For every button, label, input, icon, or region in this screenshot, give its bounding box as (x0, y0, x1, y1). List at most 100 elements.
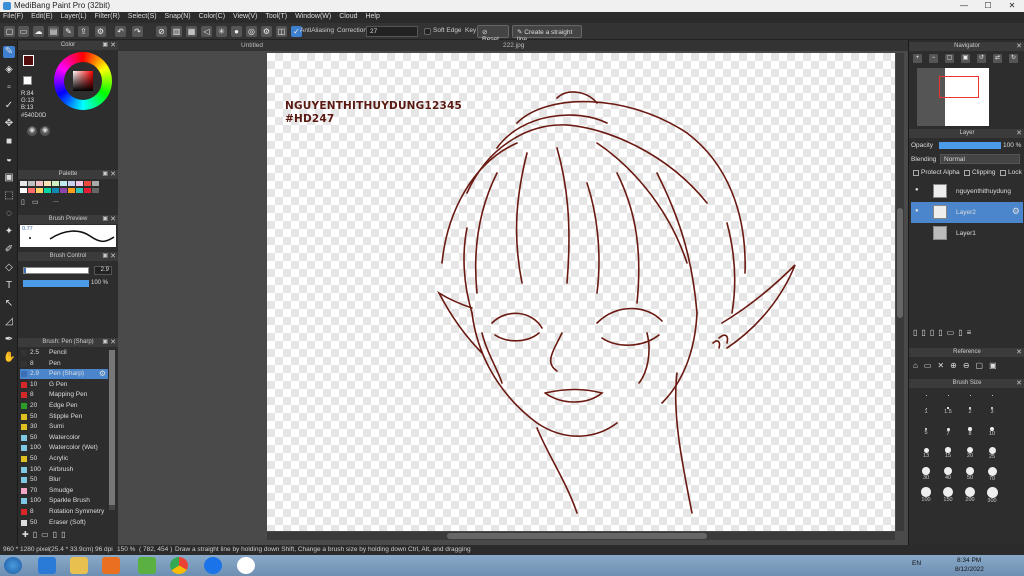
gear-icon[interactable]: ⚙ (1012, 206, 1020, 217)
layer-row[interactable]: Layer1 (911, 223, 1023, 244)
brush-size-option[interactable]: 7 (937, 423, 959, 443)
close-icon[interactable]: ✕ (1016, 348, 1022, 357)
saturation-value-square[interactable] (73, 71, 93, 91)
lock-checkbox[interactable] (1000, 170, 1006, 176)
close-icon[interactable]: ✕ (110, 252, 116, 261)
brush-size-option[interactable]: 150 (937, 486, 959, 506)
palette-swatch[interactable] (92, 181, 99, 186)
zoom-out-icon[interactable]: − (929, 54, 938, 63)
brush-list-item[interactable]: 2.9 Pen (Sharp) ⚙ (20, 369, 108, 380)
brush-size-value[interactable]: 2.9 (94, 266, 112, 275)
pin-icon[interactable]: ▣ (102, 215, 108, 224)
rotate-left-icon[interactable]: ↺ (977, 54, 986, 63)
brush-size-option[interactable]: 300 (981, 486, 1003, 506)
brush-list-item[interactable]: 8 Pen (20, 359, 108, 369)
actual-size-icon[interactable]: ▣ (961, 54, 970, 63)
rotate-right-icon[interactable]: ↻ (1009, 54, 1018, 63)
fit-icon[interactable]: ▢ (945, 54, 954, 63)
brush-size-option[interactable]: 100 (915, 486, 937, 506)
snap-extra-icon[interactable]: ◫ (276, 26, 287, 37)
close-icon[interactable]: ✕ (1016, 42, 1022, 51)
brush-opacity-slider[interactable] (23, 280, 89, 287)
minimize-button[interactable]: — (952, 0, 976, 12)
share-icon[interactable]: ⇪ (78, 26, 89, 37)
menu-filter[interactable]: Filter(R) (92, 12, 123, 21)
pin-icon[interactable]: ▣ (102, 252, 108, 261)
menu-file[interactable]: File(F) (0, 12, 26, 21)
menu-cloud[interactable]: Cloud (336, 12, 360, 21)
color-mode-icon[interactable]: ◉ (40, 126, 50, 136)
maximize-button[interactable]: ☐ (976, 0, 1000, 12)
navigator-preview[interactable] (917, 68, 989, 126)
new-halftone-layer-icon[interactable]: ▯ (921, 328, 929, 337)
layer-opacity-slider[interactable] (939, 142, 1001, 149)
add-brush-icon[interactable]: ✚ (22, 530, 33, 539)
brush-size-option[interactable]: 1 (915, 402, 937, 422)
copy-brush-icon[interactable]: ▯ (33, 530, 41, 539)
brush-list-item[interactable]: 8 Rotation Symmetry (20, 507, 108, 517)
brush-size-option[interactable]: 10 (981, 423, 1003, 443)
menu-view[interactable]: View(V) (230, 12, 260, 21)
eraser-tool-icon[interactable]: ◈ (3, 64, 15, 76)
palette-swatch[interactable] (92, 188, 99, 193)
ie-icon[interactable] (38, 557, 56, 574)
clipping-checkbox[interactable] (964, 170, 970, 176)
close-button[interactable]: ✕ (1000, 0, 1024, 12)
palette-swatch[interactable] (28, 181, 35, 186)
brush-size-option[interactable]: 30 (915, 465, 937, 485)
brush-size-option[interactable]: 2 (959, 402, 981, 422)
brush-list-item[interactable]: 50 Stipple Pen (20, 412, 108, 422)
brush-size-option[interactable]: 70 (981, 465, 1003, 485)
close-icon[interactable]: ✕ (110, 338, 116, 347)
snap-parallel-icon[interactable]: ▥ (171, 26, 182, 37)
transparent-swatch[interactable] (23, 76, 32, 85)
brush-list-item[interactable]: 100 Sparkle Brush (20, 496, 108, 506)
brush-list-item[interactable]: 8 Mapping Pen (20, 390, 108, 400)
brush-list-item[interactable]: 30 Sumi (20, 422, 108, 432)
layer-row[interactable]: ● nguyenthithuydung (911, 181, 1023, 202)
open-folder-icon[interactable]: ▭ (924, 361, 938, 370)
clock-date[interactable]: 8/12/2022 (955, 566, 984, 573)
settings-icon[interactable]: ⚙ (95, 26, 106, 37)
start-icon[interactable] (4, 557, 22, 574)
magic-wand-tool-icon[interactable]: ✦ (3, 226, 15, 238)
pin-icon[interactable]: ▣ (102, 338, 108, 347)
brush-size-option[interactable]: 20 (959, 444, 981, 464)
brush-size-option[interactable]: 40 (937, 465, 959, 485)
text-tool-icon[interactable]: T (3, 280, 15, 292)
menu-help[interactable]: Help (362, 12, 382, 21)
palette-wheel-icon[interactable]: ◉ (27, 126, 37, 136)
snap-crisscross-icon[interactable]: ▦ (186, 26, 197, 37)
move-tool-icon[interactable]: ✥ (3, 118, 15, 130)
flip-icon[interactable]: ⇄ (993, 54, 1002, 63)
save-icon[interactable]: ▤ (48, 26, 59, 37)
cloud-brush-icon[interactable]: ▯ (61, 530, 69, 539)
select-eraser-tool-icon[interactable]: ◇ (3, 262, 15, 274)
new-file-icon[interactable]: ▢ (4, 26, 15, 37)
palette-swatch[interactable] (60, 188, 67, 193)
new-8bit-layer-icon[interactable]: ▯ (930, 328, 938, 337)
vertical-scroll-thumb[interactable] (897, 208, 903, 318)
open-icon[interactable]: ▭ (18, 26, 29, 37)
menu-select[interactable]: Select(S) (125, 12, 160, 21)
menu-tool[interactable]: Tool(T) (262, 12, 290, 21)
hand-tool-icon[interactable]: ✋ (3, 352, 15, 364)
blending-select[interactable]: Normal (940, 154, 1020, 164)
palette-swatch[interactable] (44, 188, 51, 193)
palette-swatch[interactable] (68, 181, 75, 186)
brush-size-option[interactable]: 8 (959, 423, 981, 443)
brush-size-option[interactable]: 3 (981, 402, 1003, 422)
divide-tool-icon[interactable]: ◿ (3, 316, 15, 328)
chrome-icon[interactable] (170, 557, 188, 574)
pin-icon[interactable]: ▣ (102, 41, 108, 50)
drawing-canvas[interactable]: NGUYENTHITHUYDUNG12345 #HD247 (267, 53, 895, 531)
palette-swatch[interactable] (52, 181, 59, 186)
folder-icon[interactable]: ▭ (41, 530, 53, 539)
soft-edge-checkbox[interactable] (424, 28, 431, 35)
reset-button[interactable]: ⊘ Reset (477, 25, 509, 43)
duplicate-layer-icon[interactable]: ▯ (958, 328, 966, 337)
palette-swatch[interactable] (52, 188, 59, 193)
brush-list-item[interactable]: 50 Blur (20, 475, 108, 485)
cloud-icon[interactable]: ☁ (33, 26, 44, 37)
brush-size-option[interactable]: 50 (959, 465, 981, 485)
